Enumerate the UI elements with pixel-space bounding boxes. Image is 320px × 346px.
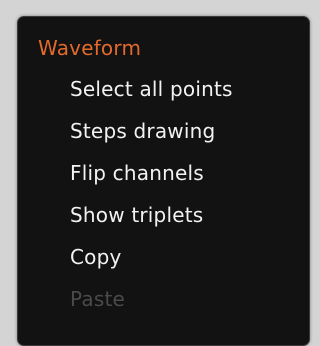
menu-item-select-all-points[interactable]: Select all points [70,77,233,101]
menu-item-flip-channels[interactable]: Flip channels [70,161,204,185]
menu-section-header: Waveform [38,36,142,60]
menu-item-show-triplets[interactable]: Show triplets [70,203,203,227]
menu-item-copy[interactable]: Copy [70,245,122,269]
context-menu: Waveform Select all points Steps drawing… [17,16,310,346]
menu-item-paste: Paste [70,287,125,311]
menu-item-steps-drawing[interactable]: Steps drawing [70,119,215,143]
